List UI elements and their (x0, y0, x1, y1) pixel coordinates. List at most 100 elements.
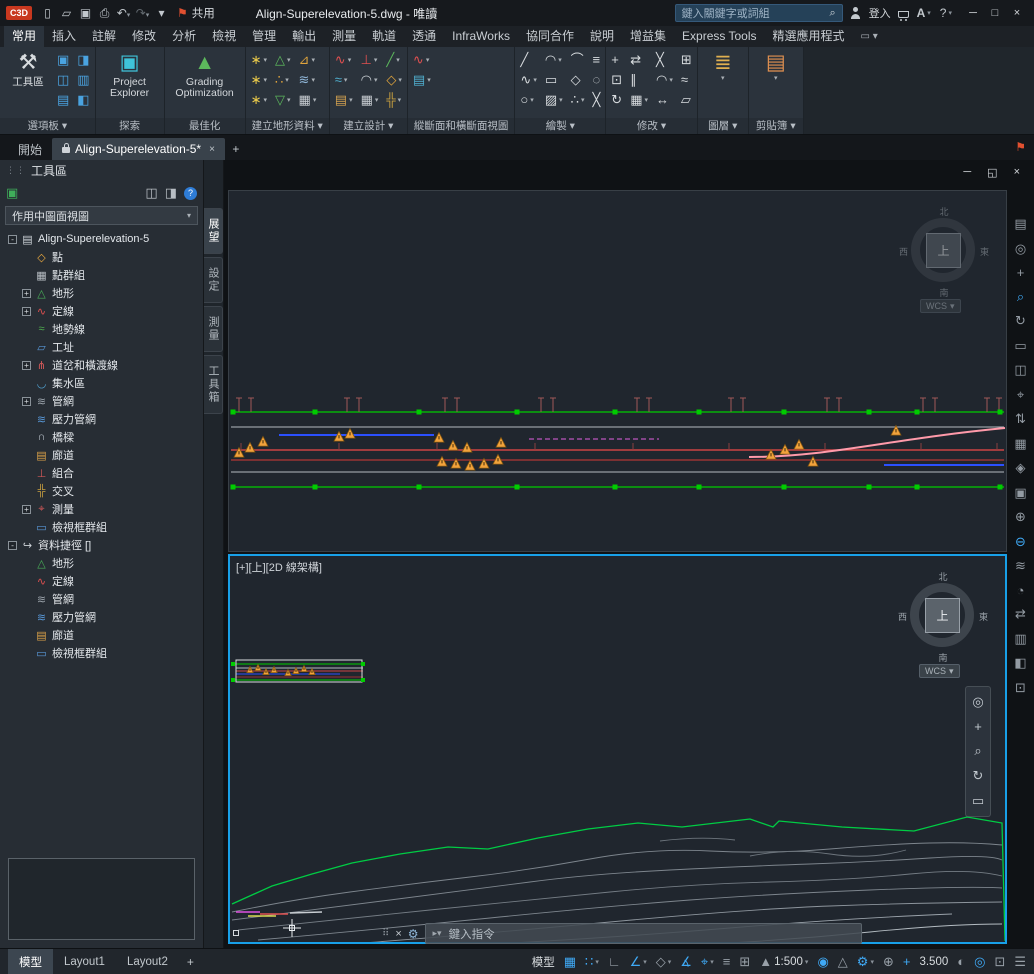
ribbon-tab-12[interactable]: 協同合作 (518, 26, 582, 47)
tree-item-23[interactable]: ▭檢視框群組 (2, 644, 203, 662)
viewcube-east[interactable]: 東 (980, 245, 989, 258)
zoom-icon[interactable]: ⌕ (974, 743, 981, 759)
toolspace-tab-1[interactable]: 設定 (204, 257, 223, 303)
ribbon-tool-button[interactable]: ○▾ (520, 90, 536, 109)
ribbon-panel-label[interactable]: 選項板 ▾ (0, 118, 95, 134)
ribbon-tool-button[interactable]: ⊥▾ (361, 50, 379, 69)
annotation-scale-button[interactable]: ▲1:500▾ (759, 954, 808, 969)
doc-close-icon[interactable]: × (1014, 166, 1020, 179)
toolspace-tab-0[interactable]: 展望 (204, 208, 223, 254)
shade-toggle-icon[interactable]: ◧ (1014, 655, 1026, 671)
tree-data-shortcuts[interactable]: -↪資料捷徑 [] (2, 536, 203, 554)
properties-palette-icon[interactable]: ◈ (1016, 460, 1026, 476)
ribbon-tool-button[interactable]: ▨▾ (545, 90, 563, 109)
ribbon-tool-button[interactable]: ▦▾ (361, 90, 379, 109)
viewport-bottom[interactable]: [+][上][2D 線架構] 北南西東上WCS▾ ◎+⌕↻▭ (228, 554, 1007, 944)
tree-item-10[interactable]: ≋壓力管網 (2, 410, 203, 428)
tree-item-13[interactable]: ⊥組合 (2, 464, 203, 482)
annotation-visibility-icon[interactable]: ◉ (817, 954, 828, 970)
customization-icon[interactable]: ☰ (1014, 954, 1026, 970)
toolspace-tab-2[interactable]: 測量 (204, 306, 223, 352)
ribbon-tool-button[interactable]: ▤ (57, 90, 69, 109)
tab-overflow-pin-icon[interactable]: ⚑ (1015, 140, 1026, 154)
toolspace-help-icon[interactable]: ? (184, 187, 197, 200)
ribbon-tab-6[interactable]: 管理 (244, 26, 284, 47)
tree-expander-icon[interactable]: + (22, 307, 31, 316)
ribbon-tool-button[interactable]: ∿▾ (413, 50, 431, 69)
lineweight-icon[interactable]: ≡ (723, 954, 731, 969)
tree-item-14[interactable]: ╬交叉 (2, 482, 203, 500)
ribbon-tool-button[interactable]: ∗▾ (251, 90, 267, 109)
ortho-mode-icon[interactable]: ∟ (608, 954, 621, 969)
new-layout-button[interactable]: + (179, 955, 202, 969)
ribbon-tool-button[interactable]: ⊡ (611, 70, 622, 89)
ribbon-tab-15[interactable]: Express Tools (674, 26, 764, 47)
viewcube-top-face[interactable]: 上 (925, 598, 960, 633)
workspace-switching-icon[interactable]: ⚙▾ (857, 954, 874, 970)
tree-item-22[interactable]: ▤廊道 (2, 626, 203, 644)
ribbon-tool-button[interactable]: ▥ (77, 70, 89, 89)
app-store-cart-icon[interactable] (898, 11, 909, 18)
grading-optimization-button[interactable]: ▲Grading Optimization (170, 49, 240, 99)
zoom-icon[interactable]: ⌕ (1017, 289, 1024, 305)
viewport-top[interactable]: 北南西東上WCS▾ (228, 190, 1007, 552)
clean-screen-icon[interactable]: ⊡ (994, 954, 1005, 970)
ribbon-tab-13[interactable]: 說明 (582, 26, 622, 47)
plot-icon[interactable]: ⎙ (96, 6, 113, 21)
ribbon-tool-button[interactable]: ∗▾ (251, 50, 267, 69)
ribbon-tool-button[interactable]: ◠▾ (545, 50, 563, 69)
ribbon-panel-label[interactable]: 圖層 ▾ (698, 118, 748, 134)
tree-expander-icon[interactable]: + (22, 397, 31, 406)
tree-item-12[interactable]: ▤廊道 (2, 446, 203, 464)
file-tab-drawing[interactable]: Align-Superelevation-5* × (52, 138, 225, 160)
layers-button[interactable]: ≣▾ (703, 49, 743, 82)
autoscale-icon[interactable]: △ (838, 954, 848, 970)
extents-icon[interactable]: ⊡ (1015, 680, 1026, 696)
tree-item-2[interactable]: ▦點群組 (2, 266, 203, 284)
ribbon-tool-button[interactable]: ≈ (681, 70, 692, 89)
viewcube-north[interactable]: 北 (898, 205, 990, 218)
panel-layout-icon[interactable]: ◨ (165, 185, 177, 201)
ribbon-tool-button[interactable]: ◫ (57, 70, 69, 89)
ribbon-tool-button[interactable]: ▦▾ (630, 90, 648, 109)
viewcube-east[interactable]: 東 (979, 610, 988, 623)
ribbon-tab-10[interactable]: 透通 (404, 26, 444, 47)
layout-tab-1[interactable]: Layout1 (53, 949, 116, 974)
surface-tool-icon[interactable]: ≋ (1015, 558, 1026, 574)
graphics-performance-icon[interactable]: ◎ (974, 954, 985, 970)
tree-item-20[interactable]: ≋管網 (2, 590, 203, 608)
ribbon-tool-button[interactable]: ↻ (611, 90, 622, 109)
recenter-icon[interactable]: ⌖ (1017, 387, 1024, 403)
clipboard-button[interactable]: ▤▾ (754, 49, 798, 82)
ribbon-tool-button[interactable]: ∗▾ (251, 70, 267, 89)
ribbon-tool-button[interactable]: ▭ (545, 70, 563, 89)
qat-customize-icon[interactable]: ▾ (153, 6, 170, 20)
command-customize-icon[interactable]: ⚙ (408, 927, 419, 941)
swap-view-icon[interactable]: ⇄ (1015, 606, 1026, 622)
ribbon-panel-label[interactable]: 建立設計 ▾ (330, 118, 407, 134)
app-logo[interactable]: C3D (6, 6, 32, 20)
isolate-objects-icon[interactable]: ◐ (957, 954, 965, 969)
tree-item-8[interactable]: ◡集水區 (2, 374, 203, 392)
ribbon-tool-button[interactable]: ∴▾ (275, 70, 291, 89)
viewcube-west[interactable]: 西 (899, 245, 908, 258)
share-button[interactable]: ⚑共用 (177, 5, 215, 21)
zoom-out-icon[interactable]: ⊖ (1015, 534, 1026, 550)
tree-item-3[interactable]: +△地形 (2, 284, 203, 302)
history-icon[interactable]: ◔ (1017, 583, 1025, 598)
ribbon-tool-button[interactable]: + (611, 50, 622, 69)
viewcube-top-face[interactable]: 上 (926, 233, 961, 268)
tree-expander-icon[interactable]: + (22, 361, 31, 370)
tree-item-7[interactable]: +⋔道岔和橫渡線 (2, 356, 203, 374)
tree-item-18[interactable]: △地形 (2, 554, 203, 572)
ribbon-tab-0[interactable]: 常用 (4, 26, 44, 47)
ribbon-tool-button[interactable]: ▽▾ (275, 90, 291, 109)
ribbon-tool-button[interactable]: ╳ (592, 90, 600, 109)
ribbon-tool-button[interactable]: ▤▾ (335, 90, 353, 109)
panel-grip-icon[interactable]: ⋮⋮ (6, 165, 26, 176)
orbit-icon[interactable]: ↻ (1015, 313, 1026, 329)
ribbon-tool-button[interactable]: ╳ (656, 50, 673, 69)
ribbon-tab-2[interactable]: 註解 (84, 26, 124, 47)
tree-item-21[interactable]: ≋壓力管網 (2, 608, 203, 626)
search-box[interactable]: 鍵入關鍵字或詞組⌕ (675, 4, 843, 22)
